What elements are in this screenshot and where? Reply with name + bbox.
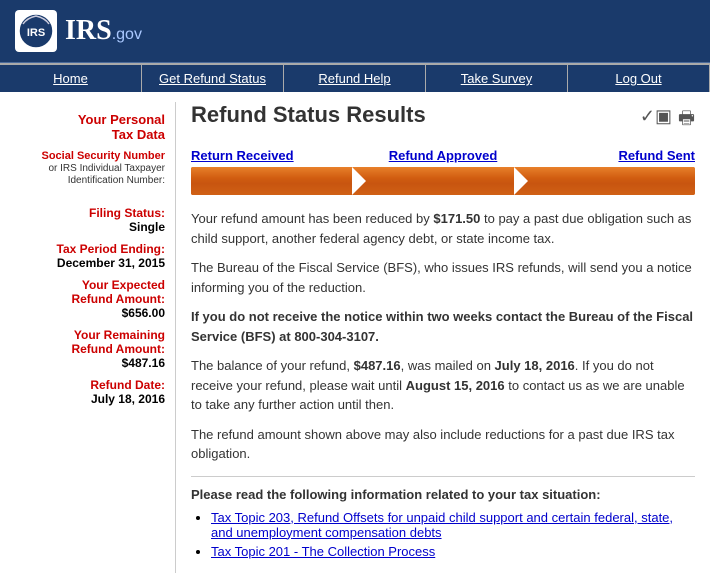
refund-date-value: July 18, 2016 xyxy=(15,392,165,406)
print-preview-icon[interactable]: ✓▣ xyxy=(640,106,672,136)
chevron-divider-1 xyxy=(352,167,366,195)
read-links: Tax Topic 203, Refund Offsets for unpaid… xyxy=(191,510,695,559)
header-actions: ✓▣ 🖶 xyxy=(640,106,695,136)
main-content: Your Personal Tax Data Social Security N… xyxy=(0,92,710,583)
remaining-refund-value: $487.16 xyxy=(15,356,165,370)
remaining-refund-label: Your RemainingRefund Amount: xyxy=(15,328,165,356)
filing-status-label: Filing Status: xyxy=(15,206,165,220)
nav-item-refund-status[interactable]: Get Refund Status xyxy=(142,65,284,92)
message-2: The Bureau of the Fiscal Service (BFS), … xyxy=(191,258,695,297)
page-header: IRS IRS.gov xyxy=(0,0,710,62)
ssn-value xyxy=(15,186,165,198)
read-link-1[interactable]: Tax Topic 203, Refund Offsets for unpaid… xyxy=(211,510,673,540)
message-3: If you do not receive the notice within … xyxy=(191,307,695,346)
read-link-item-1: Tax Topic 203, Refund Offsets for unpaid… xyxy=(211,510,695,540)
step2-label: Refund Approved xyxy=(359,148,527,163)
irs-logo-icon: IRS xyxy=(15,10,57,52)
progress-labels: Return Received Refund Approved Refund S… xyxy=(191,148,695,163)
nav-item-logout[interactable]: Log Out xyxy=(568,65,710,92)
step1-label: Return Received xyxy=(191,148,359,163)
tax-period-label: Tax Period Ending: xyxy=(15,242,165,256)
read-section: Please read the following information re… xyxy=(191,476,695,559)
logo-wordmark: IRS.gov xyxy=(65,15,142,47)
content-area: Refund Status Results ✓▣ 🖶 Return Receiv… xyxy=(175,102,710,573)
progress-section: Return Received Refund Approved Refund S… xyxy=(191,148,695,195)
main-nav: Home Get Refund Status Refund Help Take … xyxy=(0,62,710,92)
svg-text:IRS: IRS xyxy=(27,27,45,39)
nav-link-survey[interactable]: Take Survey xyxy=(426,65,567,92)
nav-link-refund-status[interactable]: Get Refund Status xyxy=(142,65,283,92)
page-title: Refund Status Results xyxy=(191,102,426,128)
nav-link-logout[interactable]: Log Out xyxy=(568,65,709,92)
read-link-2[interactable]: Tax Topic 201 - The Collection Process xyxy=(211,544,435,559)
filing-status-value: Single xyxy=(15,220,165,234)
chevron-divider-2 xyxy=(514,167,528,195)
logo-gov: .gov xyxy=(112,26,142,43)
expected-refund-value: $656.00 xyxy=(15,306,165,320)
sidebar-title: Your Personal Tax Data xyxy=(15,112,165,142)
message-5: The refund amount shown above may also i… xyxy=(191,425,695,464)
sidebar: Your Personal Tax Data Social Security N… xyxy=(0,102,175,573)
nav-link-home[interactable]: Home xyxy=(0,65,141,92)
logo-irs: IRS xyxy=(65,15,112,46)
message-4: The balance of your refund, $487.16, was… xyxy=(191,356,695,415)
step3-label: Refund Sent xyxy=(527,148,695,163)
message-1: Your refund amount has been reduced by $… xyxy=(191,209,695,248)
progress-bar-fill xyxy=(191,167,695,195)
ssn-label: Social Security Numberor IRS Individual … xyxy=(15,150,165,186)
read-link-item-2: Tax Topic 201 - The Collection Process xyxy=(211,544,695,559)
tax-period-value: December 31, 2015 xyxy=(15,256,165,270)
nav-item-home[interactable]: Home xyxy=(0,65,142,92)
nav-item-survey[interactable]: Take Survey xyxy=(426,65,568,92)
print-icon[interactable]: 🖶 xyxy=(678,106,695,136)
nav-link-refund-help[interactable]: Refund Help xyxy=(284,65,425,92)
content-header: Refund Status Results ✓▣ 🖶 xyxy=(191,102,695,136)
progress-bar xyxy=(191,167,695,195)
read-section-title: Please read the following information re… xyxy=(191,487,695,502)
expected-refund-label: Your ExpectedRefund Amount: xyxy=(15,278,165,306)
nav-item-refund-help[interactable]: Refund Help xyxy=(284,65,426,92)
refund-date-label: Refund Date: xyxy=(15,378,165,392)
